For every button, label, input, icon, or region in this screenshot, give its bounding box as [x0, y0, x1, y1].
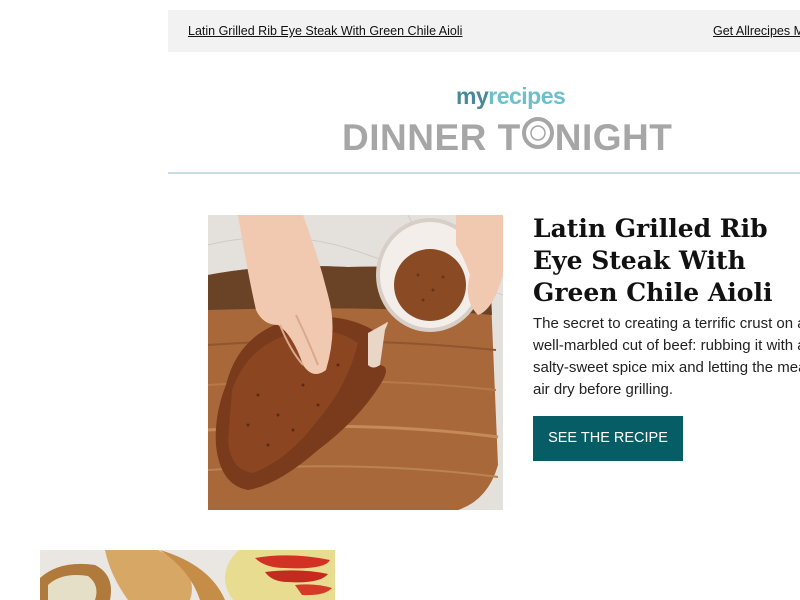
- email-page: Latin Grilled Rib Eye Steak With Green C…: [0, 0, 800, 600]
- header-recipe-link[interactable]: Latin Grilled Rib Eye Steak With Green C…: [188, 24, 462, 38]
- dinner-tonight-logo: DINNER T NIGHT: [342, 116, 702, 158]
- top-bar: Latin Grilled Rib Eye Steak With Green C…: [168, 10, 800, 52]
- sandwich-photo[interactable]: [40, 550, 335, 600]
- logo-recipes-text: recipes: [488, 83, 566, 109]
- see-recipe-button[interactable]: SEE THE RECIPE: [533, 416, 683, 461]
- logo-dinner-text: DINNER T: [342, 117, 521, 158]
- myrecipes-logo[interactable]: myrecipes: [456, 83, 566, 110]
- logo-my-text: my: [456, 83, 489, 109]
- recipe-title[interactable]: Latin Grilled Rib Eye Steak With Green C…: [533, 213, 800, 309]
- steak-photo[interactable]: [208, 215, 503, 510]
- plate-icon: [521, 116, 555, 158]
- header-divider: [168, 172, 800, 174]
- recipe-description: The secret to creating a terrific crust …: [533, 315, 800, 398]
- header-allrecipes-link[interactable]: Get Allrecipes M: [713, 24, 800, 38]
- logo-night-text: NIGHT: [554, 117, 673, 158]
